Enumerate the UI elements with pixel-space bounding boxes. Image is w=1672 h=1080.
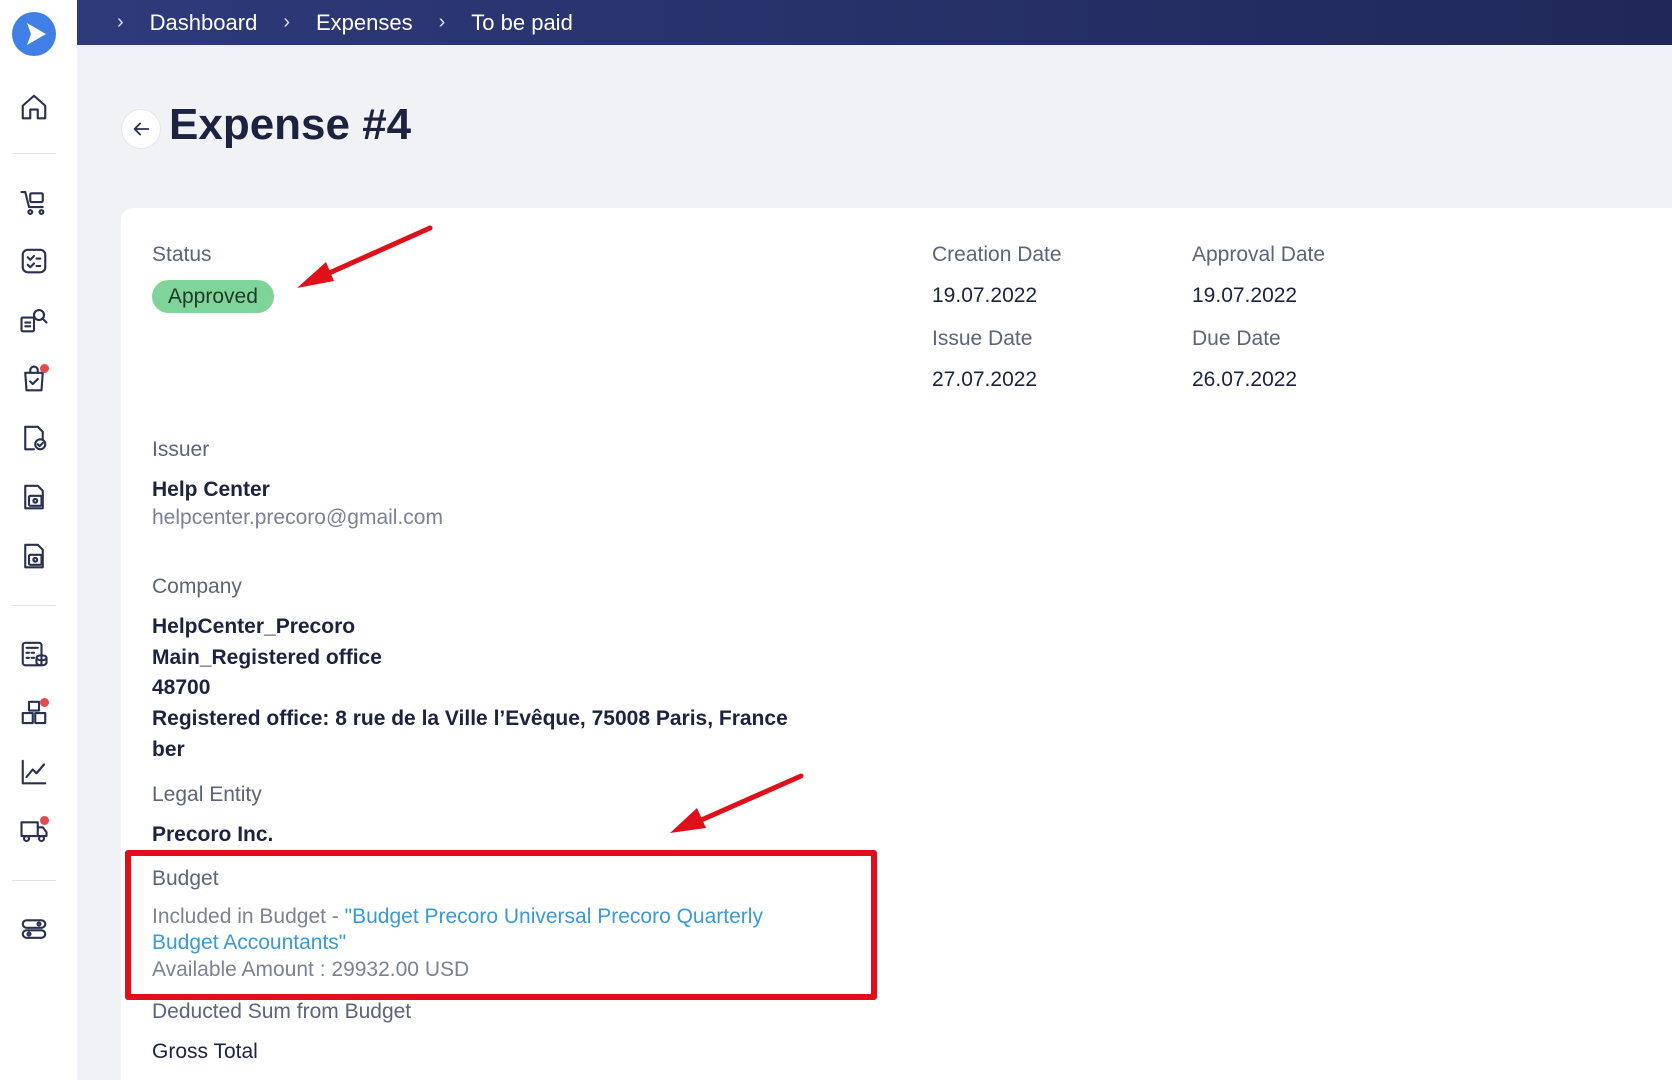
company-extra: ber	[152, 738, 185, 761]
notification-dot	[40, 364, 49, 373]
budget-link-continued[interactable]: Budget Accountants"	[152, 931, 346, 955]
supplier-search-icon[interactable]	[17, 303, 51, 337]
breadcrumb-label[interactable]: To be paid	[471, 10, 573, 36]
due-date-label: Due Date	[1192, 327, 1281, 350]
status-label: Status	[152, 243, 212, 266]
deducted-sum-value: Gross Total	[152, 1040, 258, 1063]
budget-available-amount: Available Amount : 29932.00 USD	[152, 958, 470, 981]
budget-calculator-icon[interactable]	[17, 637, 51, 671]
back-button[interactable]	[121, 109, 161, 149]
page-title: Expense #4	[169, 100, 412, 149]
breadcrumb-item-dashboard[interactable]: › Dashboard	[117, 10, 257, 36]
sidebar	[0, 0, 77, 1080]
notification-dot	[40, 698, 49, 707]
legal-entity-value: Precoro Inc.	[152, 823, 274, 846]
budget-included-prefix: Included in Budget -	[152, 905, 345, 928]
arrow-left-icon	[133, 122, 150, 136]
issue-date-value: 27.07.2022	[932, 368, 1038, 391]
request-icon[interactable]	[17, 244, 51, 278]
inventory-boxes-icon[interactable]	[17, 696, 51, 730]
breadcrumb-item-to-be-paid[interactable]: › To be paid	[439, 10, 573, 36]
budget-included: Included in Budget - "Budget Precoro Uni…	[152, 905, 763, 929]
invoice-check-icon[interactable]	[17, 421, 51, 455]
issuer-email: helpcenter.precoro@gmail.com	[152, 506, 443, 529]
company-name: HelpCenter_Precoro	[152, 615, 356, 638]
sidebar-divider	[12, 880, 56, 881]
breadcrumb: › Dashboard › Expenses › To be paid	[77, 0, 1672, 45]
company-office: Main_Registered office	[152, 646, 382, 669]
breadcrumb-label[interactable]: Dashboard	[150, 10, 258, 36]
chevron-right-icon: ›	[438, 11, 446, 33]
deducted-sum-label: Deducted Sum from Budget	[152, 1000, 412, 1023]
approval-date-value: 19.07.2022	[1192, 284, 1298, 307]
issuer-label: Issuer	[152, 438, 210, 461]
breadcrumb-label[interactable]: Expenses	[316, 10, 413, 36]
due-date-value: 26.07.2022	[1192, 368, 1298, 391]
chevron-right-icon: ›	[283, 11, 290, 33]
analytics-chart-icon[interactable]	[17, 755, 51, 789]
creation-date-label: Creation Date	[932, 243, 1062, 266]
breadcrumb-item-expenses[interactable]: › Expenses	[283, 10, 412, 36]
notification-dot	[40, 816, 49, 825]
company-label: Company	[152, 575, 242, 598]
company-address: Registered office: 8 rue de la Ville l’E…	[152, 707, 788, 730]
home-icon[interactable]	[17, 90, 51, 124]
creation-date-value: 19.07.2022	[932, 284, 1038, 307]
cart-icon[interactable]	[17, 185, 51, 219]
expense-icon[interactable]	[17, 539, 51, 573]
approval-date-label: Approval Date	[1192, 243, 1326, 266]
issue-date-label: Issue Date	[932, 327, 1033, 350]
chevron-right-icon: ›	[117, 11, 124, 33]
precoro-logo[interactable]	[12, 12, 56, 56]
issuer-name: Help Center	[152, 478, 270, 501]
legal-entity-label: Legal Entity	[152, 783, 262, 806]
approval-bag-icon[interactable]	[17, 362, 51, 396]
budget-link[interactable]: "Budget Precoro Universal Precoro Quarte…	[345, 905, 763, 928]
company-code: 48700	[152, 676, 211, 699]
settings-toggle-icon[interactable]	[17, 912, 51, 946]
budget-label: Budget	[152, 867, 219, 890]
status-badge: Approved	[152, 280, 274, 313]
payment-icon[interactable]	[17, 480, 51, 514]
sidebar-divider	[12, 153, 56, 154]
sidebar-divider	[12, 605, 56, 606]
delivery-truck-icon[interactable]	[17, 814, 51, 848]
